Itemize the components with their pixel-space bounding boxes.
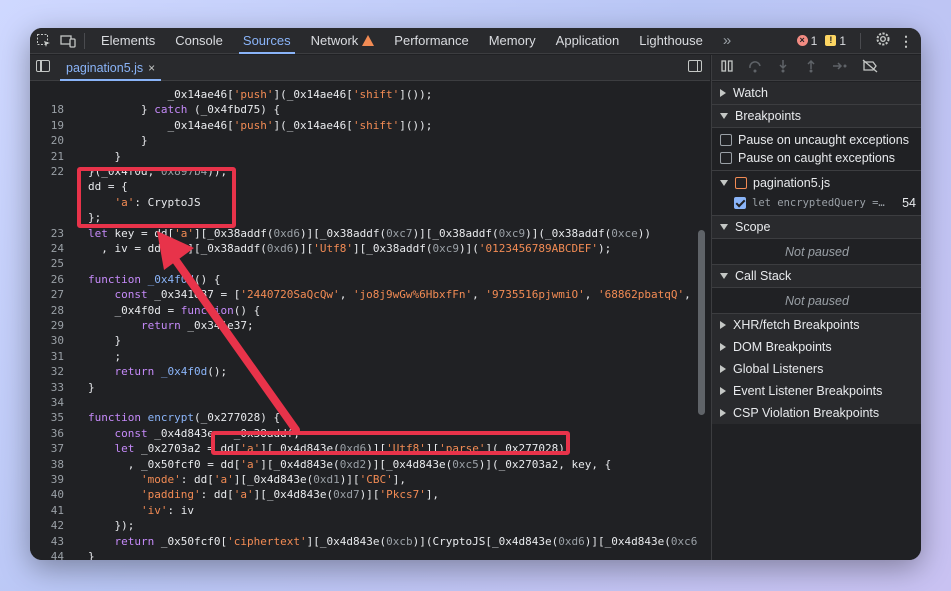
annotation-arrow-icon xyxy=(157,231,300,434)
